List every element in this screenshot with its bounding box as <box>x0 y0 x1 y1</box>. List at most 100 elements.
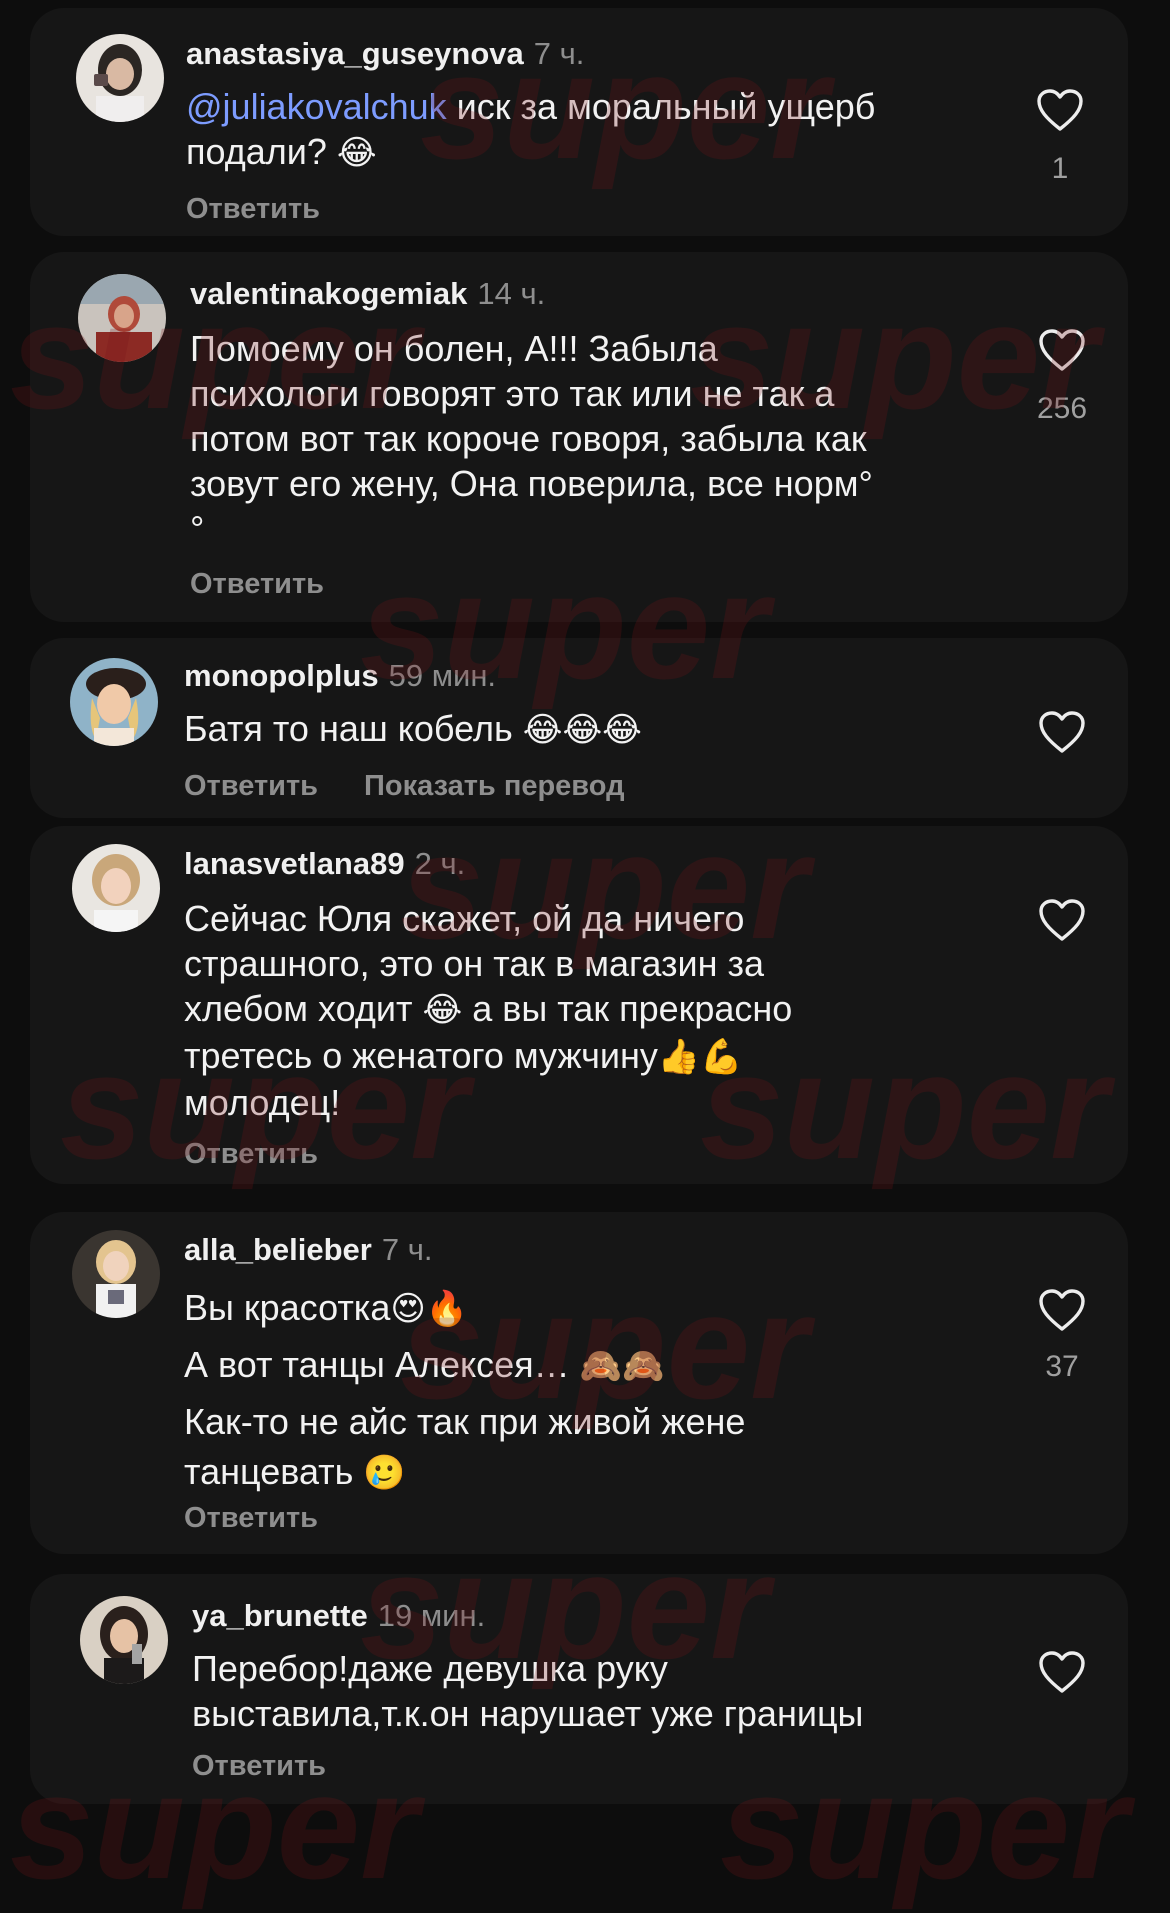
avatar-image <box>70 658 158 746</box>
like-button[interactable] <box>1038 328 1086 372</box>
comment-text-part: хлебом ходит <box>184 988 423 1029</box>
like-count: 256 <box>1036 392 1088 425</box>
comment-card: ya_brunette 19 мин. Перебор!даже девушка … <box>30 1574 1128 1804</box>
comment-line: Сейчас Юля скажет, ой да ничего <box>184 898 745 939</box>
username[interactable]: anastasiya_guseynova <box>186 36 524 71</box>
comment-card: lanasvetlana89 2 ч. Сейчас Юля скажет, ой… <box>30 826 1128 1184</box>
laughing-emoji: 😂 <box>422 990 463 1030</box>
timestamp: 59 мин. <box>388 658 497 693</box>
comment-actions: Ответить <box>186 193 320 226</box>
username[interactable]: ya_brunette <box>192 1598 368 1633</box>
comment-text: Перебор!даже девушка руку выставила,т.к.… <box>192 1646 863 1736</box>
avatar-image <box>78 274 166 362</box>
reply-button[interactable]: Ответить <box>184 770 318 802</box>
comment-line: ° <box>190 508 205 549</box>
like-button[interactable] <box>1036 88 1084 132</box>
comment-actions: Ответить <box>192 1750 326 1783</box>
comment-text-part: А вот танцы Алексея… <box>184 1344 580 1385</box>
comment-line: Батя то наш кобель 😂😂😂 <box>184 706 642 753</box>
avatar[interactable] <box>72 1230 160 1318</box>
avatar-image <box>72 1230 160 1318</box>
comment-line: молодец! <box>184 1082 341 1123</box>
comment-text: Помоему он болен, А!!! Забыла психологи … <box>190 326 873 551</box>
comment-text: Сейчас Юля скажет, ой да ничего страшног… <box>184 896 792 1125</box>
heart-outline-icon <box>1039 1289 1085 1331</box>
username[interactable]: valentinakogemiak <box>190 276 467 311</box>
comment-text-part: танцевать <box>184 1451 364 1492</box>
comment-actions: Ответить Показать перевод <box>184 770 625 803</box>
comment-card: alla_belieber 7 ч. Вы красотка😍🔥 А вот та… <box>30 1212 1128 1554</box>
comment-line: страшного, это он так в магазин за <box>184 943 765 984</box>
heart-outline-icon <box>1039 711 1085 753</box>
heart-outline-icon <box>1037 89 1083 131</box>
comment-line: танцевать 🥲 <box>184 1450 745 1495</box>
avatar[interactable] <box>78 274 166 362</box>
avatar[interactable] <box>76 34 164 122</box>
comment-line: Как-то не айс так при живой жене <box>184 1401 746 1442</box>
comment-meta: anastasiya_guseynova 7 ч. <box>186 36 584 72</box>
like-button[interactable] <box>1038 1650 1086 1694</box>
heart-outline-icon <box>1039 899 1085 941</box>
avatar[interactable] <box>80 1596 168 1684</box>
comment-text-part: а вы так прекрасно <box>462 988 793 1029</box>
comment-line: зовут его жену, Она поверила, все норм° <box>190 463 873 504</box>
show-translation-button[interactable]: Показать перевод <box>364 770 624 802</box>
thumbs-up-muscle-emoji: 👍💪 <box>657 1037 743 1077</box>
comment-card: anastasiya_guseynova 7 ч. @juliakovalchuk… <box>30 8 1128 236</box>
comment-text: @juliakovalchuk иск за моральный ущерб п… <box>186 84 875 176</box>
like-count: 37 <box>1045 1350 1079 1383</box>
like-button[interactable] <box>1038 898 1086 942</box>
comment-text: Вы красотка😍🔥 А вот танцы Алексея… 🙈🙈 Ка… <box>184 1280 745 1495</box>
avatar-image <box>80 1596 168 1684</box>
comment-line: Помоему он болен, А!!! Забыла <box>190 328 718 369</box>
avatar-image <box>76 34 164 122</box>
comment-line: хлебом ходит 😂 а вы так прекрасно <box>184 986 792 1033</box>
comment-text-part: третесь о женатого мужчину <box>184 1035 658 1076</box>
comment-line: Вы красотка😍🔥 <box>184 1280 745 1337</box>
heart-outline-icon <box>1039 329 1085 371</box>
heart-outline-icon <box>1039 1651 1085 1693</box>
comment-text-part: Батя то наш кобель <box>184 708 523 749</box>
reply-button[interactable]: Ответить <box>190 568 324 600</box>
comment-meta: ya_brunette 19 мин. <box>192 1598 485 1634</box>
comment-line: Перебор!даже девушка руку <box>192 1648 668 1689</box>
username[interactable]: monopolplus <box>184 658 379 693</box>
comment-line: А вот танцы Алексея… 🙈🙈 <box>184 1337 745 1394</box>
avatar-image <box>72 844 160 932</box>
comment-card: monopolplus 59 мин. Батя то наш кобель 😂😂… <box>30 638 1128 818</box>
username[interactable]: lanasvetlana89 <box>184 846 405 881</box>
reply-button[interactable]: Ответить <box>186 193 320 225</box>
avatar[interactable] <box>72 844 160 932</box>
comment-line: выставила,т.к.он нарушает уже границы <box>192 1693 864 1734</box>
laughing-emoji: 😂 <box>336 133 377 173</box>
heart-eyes-fire-emoji: 😍🔥 <box>390 1289 469 1329</box>
laughing-emoji: 😂😂😂 <box>522 710 642 750</box>
reply-button[interactable]: Ответить <box>184 1502 318 1534</box>
comment-card: valentinakogemiak 14 ч. Помоему он болен,… <box>30 252 1128 622</box>
smiling-tear-emoji: 🥲 <box>363 1453 406 1493</box>
reply-button[interactable]: Ответить <box>192 1750 326 1782</box>
timestamp: 19 мин. <box>377 1598 486 1633</box>
reply-button[interactable]: Ответить <box>184 1138 318 1170</box>
comment-meta: monopolplus 59 мин. <box>184 658 496 694</box>
mention-link[interactable]: @juliakovalchuk <box>186 86 447 127</box>
timestamp: 14 ч. <box>477 276 546 311</box>
avatar[interactable] <box>70 658 158 746</box>
comment-text-part: иск за моральный ущерб <box>446 86 876 127</box>
timestamp: 7 ч. <box>381 1232 433 1267</box>
comment-meta: alla_belieber 7 ч. <box>184 1232 432 1268</box>
comment-text-part: подали? <box>186 131 337 172</box>
see-no-evil-monkey-emoji: 🙈🙈 <box>579 1346 665 1386</box>
comment-text-part: Вы красотка <box>184 1287 391 1328</box>
comment-line: третесь о женатого мужчину👍💪 <box>184 1033 792 1080</box>
comment-actions: Ответить <box>190 568 324 601</box>
comment-text: Батя то наш кобель 😂😂😂 <box>184 706 642 753</box>
comment-line: потом вот так короче говоря, забыла как <box>190 418 867 459</box>
comment-line: @juliakovalchuk иск за моральный ущерб <box>186 84 875 129</box>
comment-actions: Ответить <box>184 1138 318 1171</box>
like-button[interactable] <box>1038 1288 1086 1332</box>
username[interactable]: alla_belieber <box>184 1232 372 1267</box>
timestamp: 7 ч. <box>533 36 585 71</box>
comment-meta: valentinakogemiak 14 ч. <box>190 276 545 312</box>
like-button[interactable] <box>1038 710 1086 754</box>
